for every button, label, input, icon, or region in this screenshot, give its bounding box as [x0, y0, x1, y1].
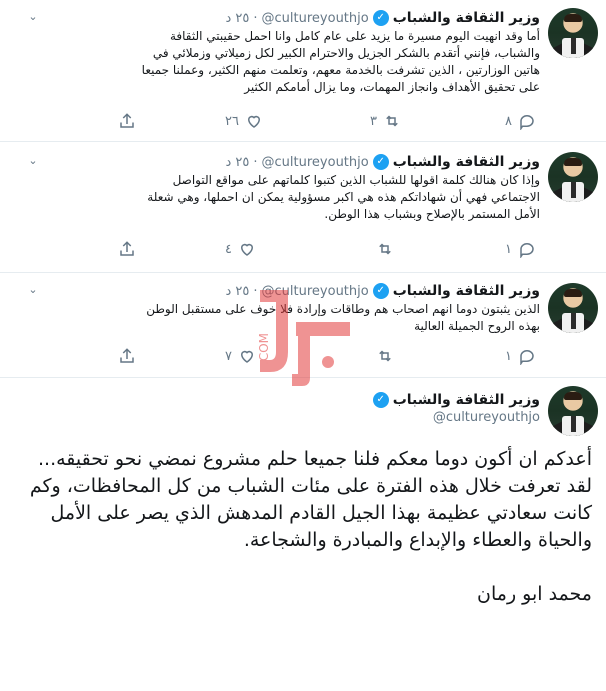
separator-dot: ·: [253, 10, 258, 26]
tweet-line: على تحقيق الأهداف وانجاز المهمات، وما يز…: [244, 80, 540, 94]
share-icon: [120, 348, 134, 363]
tweet-time[interactable]: ٢٥ د: [226, 11, 250, 26]
reply-icon: [520, 115, 534, 130]
tweet-line: أما وقد انهيت اليوم مسيرة ما يزيد على عا…: [169, 29, 540, 43]
avatar[interactable]: [548, 386, 598, 436]
tweet-header: وزير الثقافة والشباب ✓ @cultureyouthjo ·…: [226, 8, 540, 28]
account-name[interactable]: وزير الثقافة والشباب: [393, 392, 540, 408]
watermark-text: .COM: [257, 333, 271, 365]
retweet-button[interactable]: [370, 240, 394, 258]
main-tweet-header: وزير الثقافة والشباب ✓ @cultureyouthjo: [372, 392, 540, 432]
account-handle[interactable]: @cultureyouthjo: [262, 11, 369, 26]
reply-count: ١: [505, 241, 512, 257]
tweet-actions: ٢٦ ٣ ٨: [110, 112, 540, 132]
reply-button[interactable]: ١: [505, 347, 536, 365]
tweet-time[interactable]: ٢٥ د: [226, 155, 250, 170]
like-count: ٧: [225, 348, 232, 364]
tweet-1[interactable]: وزير الثقافة والشباب ✓ @cultureyouthjo ·…: [0, 0, 606, 142]
share-button[interactable]: [118, 112, 136, 130]
main-tweet-paragraph: أعدكم ان أكون دوما معكم فلنا جميعا حلم م…: [37, 448, 592, 470]
share-icon: [120, 241, 134, 256]
verified-badge-icon: ✓: [372, 283, 389, 299]
like-count: ٤: [225, 241, 232, 257]
like-button[interactable]: ٤: [225, 240, 256, 258]
account-name[interactable]: وزير الثقافة والشباب: [393, 154, 540, 170]
tweet-line: الأمل المستمر بالإصلاح وبشباب هذا الوطن.: [324, 207, 540, 221]
share-icon: [120, 113, 134, 128]
tweet-line: والشباب، فإنني أتقدم بالشكر الجزيل والاح…: [152, 46, 540, 60]
tweet-actions: ٤ ١: [110, 240, 540, 260]
verified-badge-icon: ✓: [372, 392, 389, 408]
like-button[interactable]: ٢٦: [225, 112, 263, 130]
main-tweet-signature: محمد ابو رمان: [477, 583, 592, 605]
tweet-line: الاجتماعي فهي أن شهاداتكم هذه هي اكبر مس…: [147, 190, 540, 204]
separator-dot: ·: [253, 154, 258, 170]
chevron-down-icon[interactable]: ⌄: [26, 154, 40, 168]
share-button[interactable]: [118, 347, 136, 365]
like-count: ٢٦: [225, 113, 239, 129]
account-name[interactable]: وزير الثقافة والشباب: [393, 283, 540, 299]
main-tweet-text: أعدكم ان أكون دوما معكم فلنا جميعا حلم م…: [12, 446, 592, 608]
chevron-down-icon[interactable]: ⌄: [26, 283, 40, 297]
reply-icon: [520, 350, 534, 365]
account-handle[interactable]: @cultureyouthjo: [262, 155, 369, 170]
retweet-icon: [379, 350, 391, 362]
tweet-text: وإذا كان هنالك كلمة اقولها للشباب الذين …: [40, 172, 540, 223]
chevron-down-icon[interactable]: ⌄: [26, 10, 40, 24]
avatar[interactable]: [548, 152, 598, 202]
like-icon: [247, 115, 260, 128]
tweet-text: أما وقد انهيت اليوم مسيرة ما يزيد على عا…: [40, 28, 540, 96]
avatar[interactable]: [548, 283, 598, 333]
retweet-icon: [386, 115, 398, 127]
verified-badge-icon: ✓: [372, 154, 389, 170]
verified-badge-icon: ✓: [372, 10, 389, 26]
avatar[interactable]: [548, 8, 598, 58]
retweet-count: ٣: [370, 113, 377, 129]
tweet-2[interactable]: وزير الثقافة والشباب ✓ @cultureyouthjo ·…: [0, 142, 606, 273]
retweet-icon: [379, 243, 391, 255]
retweet-button[interactable]: ٣: [370, 112, 401, 130]
reply-button[interactable]: ١: [505, 240, 536, 258]
reply-icon: [520, 243, 534, 258]
reply-count: ٨: [505, 113, 512, 129]
retweet-button[interactable]: [370, 347, 394, 365]
account-handle[interactable]: @cultureyouthjo: [373, 410, 540, 425]
tweet-line: هاتين الوزارتين ، الذين تشرفت بالخدمة مع…: [141, 63, 540, 77]
main-tweet-paragraph: [12, 554, 592, 581]
like-icon: [240, 243, 253, 256]
main-tweet-paragraph: لقد تعرفت خلال هذه الفترة على مئات الشبا…: [29, 475, 592, 551]
reply-count: ١: [505, 348, 512, 364]
tweet-time[interactable]: ٢٥ د: [226, 284, 250, 299]
account-name[interactable]: وزير الثقافة والشباب: [393, 10, 540, 26]
tweet-header: وزير الثقافة والشباب ✓ @cultureyouthjo ·…: [226, 152, 540, 172]
share-button[interactable]: [118, 240, 136, 258]
reply-button[interactable]: ٨: [505, 112, 536, 130]
tweet-line: وإذا كان هنالك كلمة اقولها للشباب الذين …: [172, 173, 540, 187]
watermark-logo: .COM: [248, 282, 360, 392]
